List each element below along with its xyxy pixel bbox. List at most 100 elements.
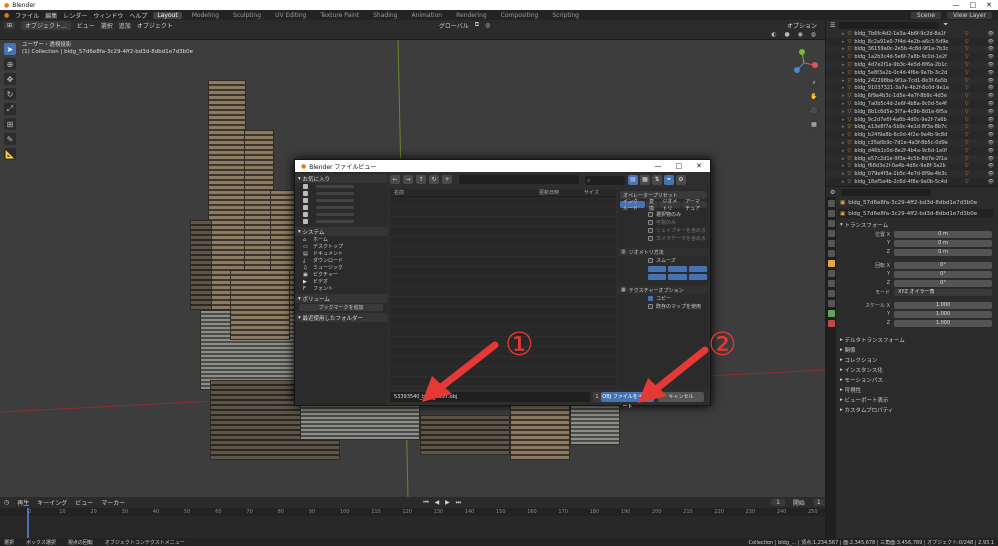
outliner-item[interactable]: ▸ ▽ bldg_36159a0c-2e5b-4c8d-9f1a-7b3c ▽ 👁 (826, 45, 998, 54)
file-row[interactable] (390, 217, 616, 227)
file-row[interactable] (390, 307, 616, 317)
axis-button[interactable] (668, 266, 687, 272)
checkbox[interactable] (648, 257, 653, 263)
rotation-z-field[interactable]: 0° (894, 279, 992, 287)
tab-scripting[interactable]: Scripting (548, 12, 583, 19)
checkbox[interactable] (648, 235, 653, 241)
ortho-toggle-icon[interactable]: ▦ (809, 120, 819, 130)
system-item[interactable]: ⌂ ホーム (295, 236, 387, 244)
new-folder-icon[interactable]: + (442, 175, 452, 184)
dialog-minimize-button[interactable]: — (655, 162, 662, 170)
system-item[interactable]: ⤓ ダウンロード (295, 257, 387, 265)
outliner-item[interactable]: ▸ ▽ bldg_7b6fc4d2-1e3a-4b6f-9c2d-8a1f ▽ 👁 (826, 30, 998, 38)
expand-arrow-icon[interactable]: ▸ (842, 39, 845, 45)
list-view-icon[interactable]: ▤ (628, 175, 638, 185)
menu-render[interactable]: レンダー (63, 11, 87, 20)
checkbox[interactable] (648, 227, 653, 233)
parent-dir-icon[interactable]: ↑ (416, 175, 426, 184)
rotation-mode-dropdown[interactable]: XYZ オイラー角 (894, 288, 992, 296)
close-button[interactable]: ✕ (986, 1, 992, 9)
scale-x-field[interactable]: 1.000 (894, 301, 992, 309)
expand-arrow-icon[interactable]: ▸ (842, 109, 845, 115)
tab-modeling[interactable]: Modeling (188, 12, 223, 19)
visibility-icon[interactable]: 👁 (988, 39, 998, 45)
tab-shading[interactable]: Shading (369, 12, 401, 19)
system-item[interactable]: ▣ ピクチャー (295, 271, 387, 279)
axis-button[interactable] (648, 266, 667, 272)
geometry-section-header[interactable]: ▥ ジオメトリ方法 (618, 248, 709, 256)
file-row[interactable] (390, 227, 616, 237)
blender-menu-icon[interactable]: ● (4, 12, 9, 19)
favorite-item[interactable] (295, 197, 387, 204)
outliner-item[interactable]: ▸ ▽ bldg_d46b1c0d-8e2f-4b4a-9c6d-1e0f ▽ 👁 (826, 147, 998, 155)
property-section-header[interactable]: ▸ カスタムプロパティ (838, 405, 998, 414)
axis-button[interactable] (668, 274, 687, 280)
favorites-header[interactable]: ▾ お気に入り (295, 174, 387, 183)
file-row[interactable] (390, 287, 616, 297)
scene-tab-icon[interactable] (827, 240, 835, 247)
column-date[interactable]: 更新日時 (539, 189, 584, 196)
expand-arrow-icon[interactable]: ▸ (842, 163, 845, 169)
expand-arrow-icon[interactable]: ▸ (842, 93, 845, 99)
file-row[interactable] (390, 197, 616, 207)
tab-geometry[interactable]: ジオメトリ (659, 199, 682, 212)
menu-select[interactable]: 選択 (101, 21, 113, 30)
outliner-item[interactable]: ▸ ▽ bldg_91037321-3a7e-4b2f-8c0d-9e1a ▽ 👁 (826, 85, 998, 93)
tab-animation[interactable]: Animation (407, 12, 446, 19)
favorite-item[interactable] (295, 218, 387, 225)
visibility-icon[interactable]: 👁 (988, 171, 998, 177)
outliner-item[interactable]: ▸ ▽ bldg_1a2b3c4d-5e6f-7a8b-9c0d-1e2f ▽ 👁 (826, 53, 998, 61)
tab-uv-editing[interactable]: UV Editing (271, 12, 310, 19)
rotate-tool-icon[interactable]: ↻ (4, 88, 16, 100)
outliner-item[interactable]: ▸ ▽ bldg_8c2a91e0-7f4d-4e2b-a6c3-5d9e ▽ 👁 (826, 38, 998, 46)
tool-tab-icon[interactable] (827, 200, 835, 207)
texture-section-header[interactable]: ▦ テクスチャーオプション (618, 286, 709, 294)
column-size[interactable]: サイズ (584, 189, 599, 196)
snap-icon[interactable]: ⧉ (475, 21, 479, 29)
scale-tool-icon[interactable]: ⤢ (4, 103, 16, 115)
move-tool-icon[interactable]: ✥ (4, 73, 16, 85)
minimize-button[interactable]: — (953, 1, 960, 9)
outliner-item[interactable]: ▸ ▽ bldg_b24f9a8b-6c0d-4f2e-9a4b-9c8d ▽ 👁 (826, 131, 998, 139)
outliner-item[interactable]: ▸ ▽ bldg_6f9a4b3c-1d5e-4a7f-8b9c-4d3e ▽ 👁 (826, 92, 998, 101)
timeline[interactable]: 0 10 20 30 40 50 60 70 80 90 100 110 120 130 140 150 160… (0, 508, 825, 538)
system-header[interactable]: ▾ システム (295, 227, 387, 236)
expand-arrow-icon[interactable]: ▸ (842, 54, 845, 60)
expand-arrow-icon[interactable]: ▸ (842, 78, 845, 84)
property-section-header[interactable]: ▸ インスタンス化 (838, 365, 998, 374)
tab-include[interactable]: インクルード (620, 199, 645, 212)
visibility-icon[interactable]: 👁 (988, 117, 998, 123)
visibility-icon[interactable]: 👁 (988, 148, 998, 154)
location-x-field[interactable]: 0 m (894, 230, 992, 238)
menu-keying[interactable]: キーイング (37, 498, 67, 507)
playback-controls-icon[interactable]: ⏮ ◀ ▶ ⏭ (423, 499, 463, 507)
visibility-icon[interactable]: 👁 (988, 101, 998, 107)
visibility-icon[interactable]: 👁 (988, 109, 998, 115)
rotation-x-field[interactable]: 0° (894, 261, 992, 269)
dialog-maximize-button[interactable]: □ (676, 162, 683, 170)
smooth-row[interactable]: スムーズ (618, 256, 709, 264)
mode-selector[interactable]: オブジェクト... (21, 20, 71, 30)
visibility-icon[interactable]: 👁 (988, 85, 998, 91)
favorite-item[interactable] (295, 204, 387, 211)
outliner-item[interactable]: ▸ ▽ bldg_5e8f3a2b-0c4d-4f6e-9a7b-3c2d ▽ 👁 (826, 69, 998, 77)
pan-icon[interactable]: ✋ (809, 92, 819, 102)
tab-compositing[interactable]: Compositing (497, 12, 543, 19)
system-item[interactable]: ▤ ドキュメント (295, 250, 387, 258)
back-icon[interactable]: ← (390, 175, 400, 184)
expand-arrow-icon[interactable]: ▸ (842, 70, 845, 76)
visibility-icon[interactable]: 👁 (988, 163, 998, 169)
favorite-item[interactable] (295, 183, 387, 190)
copy-texture-row[interactable]: コピー (618, 294, 709, 302)
expand-arrow-icon[interactable]: ▸ (842, 148, 845, 154)
object-name-field[interactable]: ▣ bldg_57d6e8fa-3c29-4ff2-bd3d-8dbd1e7d3b… (838, 209, 994, 218)
outliner-item[interactable]: ▸ ▽ bldg_18af5a4b-2c6d-4f8e-9a0b-5c4d ▽ 👁 (826, 178, 998, 186)
physics-tab-icon[interactable] (827, 290, 835, 297)
particles-tab-icon[interactable] (827, 280, 835, 287)
visibility-icon[interactable]: 👁 (988, 132, 998, 138)
navigation-gizmo-icon[interactable] (789, 48, 819, 78)
expand-arrow-icon[interactable]: ▸ (842, 132, 845, 138)
expand-arrow-icon[interactable]: ▸ (842, 101, 845, 107)
favorite-item[interactable] (295, 190, 387, 197)
menu-tl-view[interactable]: ビュー (75, 498, 93, 507)
